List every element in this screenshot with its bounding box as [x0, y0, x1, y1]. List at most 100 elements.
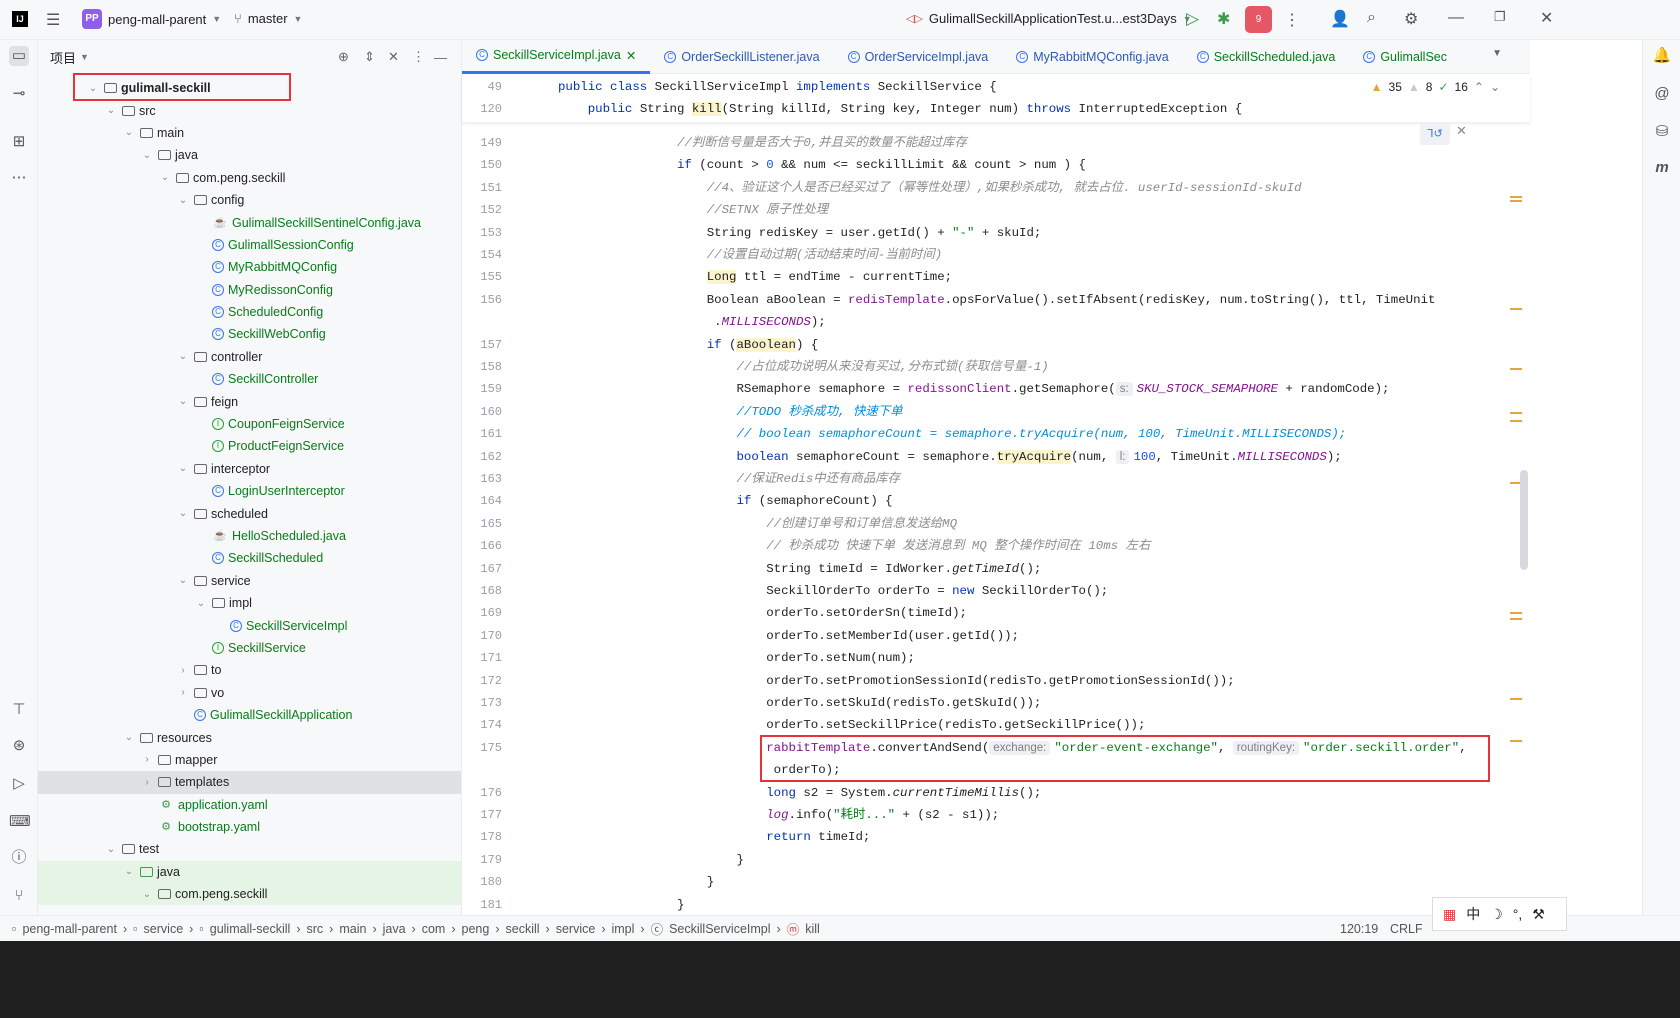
tree-item[interactable]: ⌄ impl: [38, 592, 461, 614]
problems-icon[interactable]: ⓘ: [9, 848, 29, 868]
line-separator[interactable]: CRLF: [1390, 922, 1423, 936]
tree-item[interactable]: ⌄ interceptor: [38, 458, 461, 480]
code-line[interactable]: 149 //判断信号量是否大于0,并且买的数量不能超过库存: [462, 132, 1530, 154]
chevron-icon[interactable]: ⌄: [176, 195, 190, 206]
breadcrumb-item[interactable]: service: [144, 922, 184, 936]
breadcrumb-item[interactable]: gulimall-seckill: [210, 922, 291, 936]
code-area[interactable]: 149 //判断信号量是否大于0,并且买的数量不能超过库存 150 if (cou…: [462, 122, 1530, 915]
reader-mode-icon[interactable]: Ꞁ↺: [1420, 123, 1450, 145]
maximize-icon[interactable]: ❐: [1494, 9, 1506, 25]
code-line[interactable]: 49 public class SeckillServiceImpl implem…: [462, 76, 1530, 98]
code-line[interactable]: .MILLISECONDS);: [462, 311, 1530, 333]
collapse-all-icon[interactable]: ✕: [388, 49, 399, 65]
chevron-icon[interactable]: ⌄: [122, 127, 136, 138]
code-line[interactable]: 174 orderTo.setSeckillPrice(redisTo.getS…: [462, 714, 1530, 736]
tree-item[interactable]: ⌄ java: [38, 144, 461, 166]
tabs-overflow-icon[interactable]: ▼: [1492, 48, 1502, 59]
tree-item[interactable]: ⌄ com.peng.seckill: [38, 167, 461, 189]
code-line[interactable]: 161 // boolean semaphoreCount = semaphor…: [462, 423, 1530, 445]
code-line[interactable]: 150 if (count > 0 && num <= seckillLimit…: [462, 154, 1530, 176]
tree-item[interactable]: ☕ HelloScheduled.java: [38, 525, 461, 547]
chevron-icon[interactable]: ⌄: [140, 150, 154, 161]
run-tool-icon[interactable]: ▷: [9, 774, 29, 794]
code-line[interactable]: 158 //占位成功说明从来没有买过,分布式锁(获取信号量-1): [462, 356, 1530, 378]
tree-item[interactable]: ⌄ feign: [38, 390, 461, 412]
close-window-icon[interactable]: ✕: [1540, 8, 1553, 28]
tree-item[interactable]: C SeckillController: [38, 368, 461, 390]
chevron-down-icon[interactable]: ▼: [80, 52, 89, 62]
tree-item[interactable]: I SeckillService: [38, 637, 461, 659]
chevron-icon[interactable]: ›: [176, 665, 190, 676]
tree-item[interactable]: ⌄ config: [38, 189, 461, 211]
tree-item[interactable]: ⚙ application.yaml: [38, 794, 461, 816]
project-folder-icon[interactable]: ▭: [9, 46, 29, 66]
tree-item[interactable]: C GulimallSessionConfig: [38, 234, 461, 256]
breadcrumb-item[interactable]: peng: [462, 922, 490, 936]
code-line[interactable]: 162 boolean semaphoreCount = semaphore.t…: [462, 446, 1530, 468]
tree-item[interactable]: ⌄ scheduled: [38, 502, 461, 524]
chevron-icon[interactable]: ›: [140, 754, 154, 765]
chevron-icon[interactable]: ⌄: [104, 105, 118, 116]
caret-position[interactable]: 120:19: [1340, 922, 1378, 936]
project-selector[interactable]: PP peng-mall-parent ▼: [82, 9, 221, 29]
code-line[interactable]: 171 orderTo.setNum(num);: [462, 647, 1530, 669]
tree-item[interactable]: ⌄ service: [38, 570, 461, 592]
tree-item[interactable]: C ScheduledConfig: [38, 301, 461, 323]
code-line[interactable]: 155 Long ttl = endTime - currentTime;: [462, 266, 1530, 288]
breadcrumb-item[interactable]: main: [339, 922, 366, 936]
code-line[interactable]: 167 String timeId = IdWorker.getTimeId()…: [462, 558, 1530, 580]
code-line[interactable]: 172 orderTo.setPromotionSessionId(redisT…: [462, 670, 1530, 692]
tree-item[interactable]: C SeckillWebConfig: [38, 323, 461, 345]
code-line[interactable]: 157 if (aBoolean) {: [462, 334, 1530, 356]
git-icon[interactable]: ⑂: [9, 886, 29, 906]
editor-tab[interactable]: C GulimallSec: [1349, 40, 1461, 74]
close-hint-icon[interactable]: ✕: [1456, 123, 1467, 139]
search-icon[interactable]: ⌕: [1367, 9, 1376, 27]
more-tools-icon[interactable]: ⋯: [9, 168, 29, 188]
chevron-icon[interactable]: ⌄: [176, 575, 190, 586]
code-line[interactable]: 170 orderTo.setMemberId(user.getId());: [462, 625, 1530, 647]
code-line[interactable]: 151 //4、验证这个人是否已经买过了（幂等性处理）,如果秒杀成功, 就去占位…: [462, 177, 1530, 199]
ime-language[interactable]: 中: [1466, 904, 1480, 924]
chevron-icon[interactable]: ⌄: [104, 844, 118, 855]
options-icon[interactable]: ⋮: [412, 49, 425, 65]
tree-item[interactable]: › vo: [38, 682, 461, 704]
chevron-icon[interactable]: ⌄: [176, 463, 190, 474]
punctuation-icon[interactable]: °,: [1513, 906, 1523, 922]
minimize-icon[interactable]: —: [1448, 9, 1464, 27]
tree-item[interactable]: ⌄ com.peng.seckill: [38, 883, 461, 906]
code-line[interactable]: 176 long s2 = System.currentTimeMillis()…: [462, 782, 1530, 804]
code-line[interactable]: 153 String redisKey = user.getId() + "-"…: [462, 222, 1530, 244]
tree-item[interactable]: › templates: [38, 771, 461, 794]
breadcrumb-item[interactable]: peng-mall-parent: [22, 922, 117, 936]
close-tab-icon[interactable]: ✕: [626, 48, 636, 63]
tree-item[interactable]: ⌄ java: [38, 860, 461, 884]
tree-item[interactable]: C MyRedissonConfig: [38, 279, 461, 301]
breadcrumb-item[interactable]: src: [307, 922, 324, 936]
tree-item[interactable]: ⌄ src: [38, 99, 461, 121]
services-icon[interactable]: ⊛: [9, 736, 29, 756]
tree-item[interactable]: C SeckillScheduled: [38, 547, 461, 569]
notifications-bell-icon[interactable]: 🔔: [1652, 46, 1672, 66]
code-line[interactable]: 181 }: [462, 894, 1530, 915]
run-config-selector[interactable]: ◁▷ GulimallSeckillApplicationTest.u...est…: [906, 11, 1192, 26]
tree-item[interactable]: ⌄ resources: [38, 726, 461, 748]
chevron-icon[interactable]: ⌄: [122, 866, 136, 877]
project-panel-title[interactable]: 项目: [50, 48, 76, 67]
breadcrumb-item[interactable]: com: [422, 922, 446, 936]
code-line[interactable]: 163 //保证Redis中还有商品库存: [462, 468, 1530, 490]
code-line[interactable]: 166 // 秒杀成功 快速下单 发送消息到 MQ 整个操作时间在 10ms 左…: [462, 535, 1530, 557]
tree-item[interactable]: ⌄ main: [38, 122, 461, 144]
code-line[interactable]: 179 }: [462, 849, 1530, 871]
structure-icon[interactable]: ⊞: [9, 132, 29, 152]
code-line[interactable]: 164 if (semaphoreCount) {: [462, 490, 1530, 512]
chevron-icon[interactable]: ⌄: [176, 396, 190, 407]
code-line[interactable]: 152 //SETNX 原子性处理: [462, 199, 1530, 221]
main-menu-icon[interactable]: ☰: [46, 10, 60, 30]
tree-item[interactable]: C LoginUserInterceptor: [38, 480, 461, 502]
tree-item[interactable]: I CouponFeignService: [38, 413, 461, 435]
chevron-icon[interactable]: ⌄: [122, 732, 136, 743]
notifications-badge-button[interactable]: 9: [1245, 6, 1272, 33]
code-line[interactable]: 156 Boolean aBoolean = redisTemplate.ops…: [462, 289, 1530, 311]
editor-tab[interactable]: C SeckillServiceImpl.java ✕: [462, 40, 651, 74]
